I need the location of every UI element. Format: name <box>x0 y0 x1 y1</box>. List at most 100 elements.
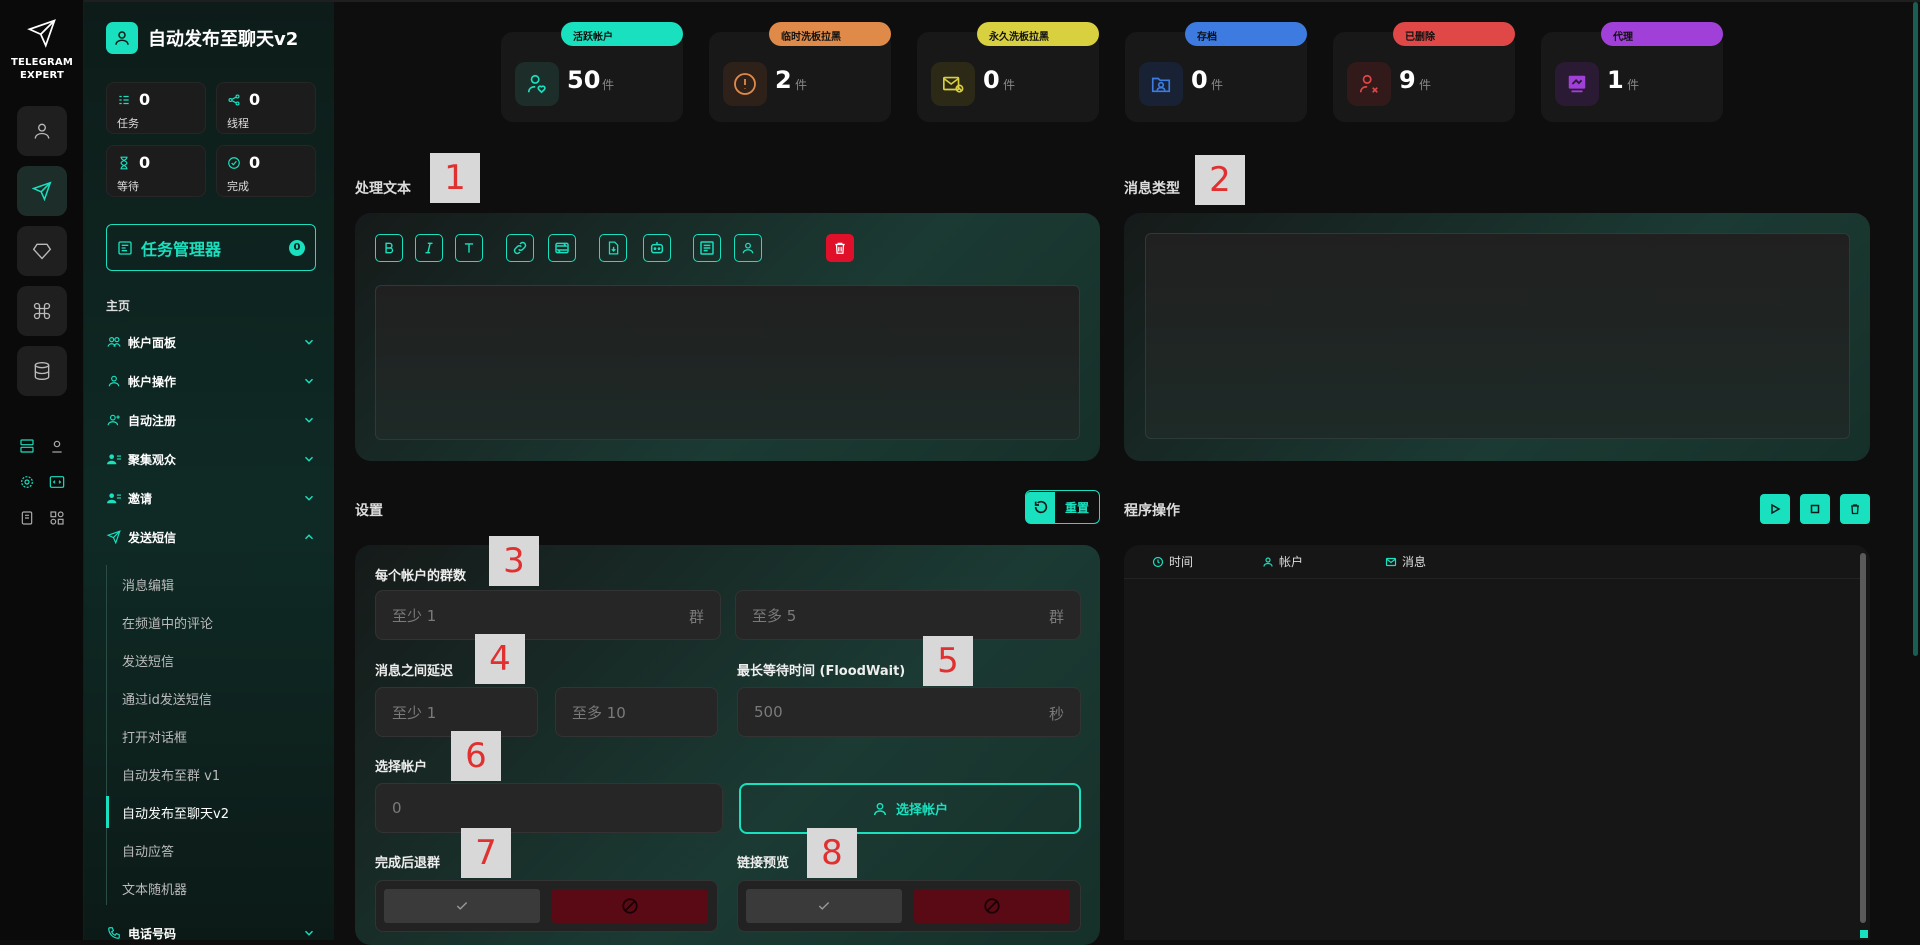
card-active-accounts[interactable]: 活跃帐户 50 件 <box>501 22 683 122</box>
submenu-autopost-chat-v2[interactable]: 自动发布至聊天v2 <box>122 803 229 822</box>
card-deleted[interactable]: 已删除 9 件 <box>1333 22 1515 122</box>
submenu-message-edit[interactable]: 消息编辑 <box>122 575 174 594</box>
card-proxy[interactable]: 代理 1 件 <box>1541 22 1723 122</box>
brand-logo: TELEGRAM EXPERT <box>0 18 84 82</box>
link-preview-no-button[interactable] <box>914 889 1070 923</box>
delay-min-value: 至少 1 <box>392 703 437 722</box>
italic-button[interactable] <box>415 234 443 262</box>
message-type-area[interactable] <box>1145 233 1850 439</box>
floodwait-input[interactable]: 500 秒 <box>737 687 1081 737</box>
card-archive[interactable]: 存档 0 件 <box>1125 22 1307 122</box>
submenu-channel-comments[interactable]: 在频道中的评论 <box>122 613 213 632</box>
card-permanent-ban-value: 0 <box>983 66 1000 94</box>
card-permanent-ban-pill: 永久洗板拉黑 <box>977 22 1099 46</box>
rail-accounts-button[interactable] <box>17 106 67 156</box>
submenu-open-dialog[interactable]: 打开对话框 <box>122 727 187 746</box>
rail-notes-button[interactable] <box>17 508 37 528</box>
rail-code-button[interactable] <box>47 472 67 492</box>
rail-send-button[interactable] <box>17 166 67 216</box>
link-preview-yes-button[interactable] <box>746 889 902 923</box>
stat-waiting-value: 0 <box>139 153 151 172</box>
message-text-area[interactable] <box>375 285 1080 440</box>
groups-min-input[interactable]: 至少 1 群 <box>375 590 721 640</box>
user-list-icon <box>107 454 121 465</box>
menu-invite[interactable]: 邀请 <box>106 487 316 509</box>
menu-send-sms[interactable]: 发送短信 <box>106 526 316 548</box>
rail-settings-button[interactable] <box>17 472 37 492</box>
rail-apps-button[interactable] <box>47 508 67 528</box>
diamond-icon <box>32 243 52 260</box>
check-icon <box>818 902 830 910</box>
text-button[interactable] <box>455 234 483 262</box>
location-user-icon <box>52 440 62 453</box>
stat-threads: 0 线程 <box>216 82 316 134</box>
stop-icon <box>1810 504 1820 514</box>
clear-log-button[interactable] <box>1840 494 1870 524</box>
submenu-send-sms[interactable]: 发送短信 <box>122 651 174 670</box>
rail-diamond-button[interactable] <box>17 226 67 276</box>
menu-account-panel[interactable]: 帐户面板 <box>106 331 316 353</box>
delay-min-input[interactable]: 至少 1 <box>375 687 538 737</box>
process-text-label: 处理文本 <box>355 181 411 197</box>
proxy-icon <box>1555 62 1599 106</box>
stat-done-label: 完成 <box>227 180 249 193</box>
rail-server-button[interactable] <box>17 436 37 456</box>
submenu-send-by-id[interactable]: 通过id发送短信 <box>122 689 212 708</box>
bot-button[interactable] <box>643 234 671 262</box>
repeat-button[interactable] <box>548 234 576 262</box>
template-button[interactable] <box>693 234 721 262</box>
selected-accounts-count[interactable]: 0 <box>375 783 723 833</box>
menu-account-ops[interactable]: 帐户操作 <box>106 370 316 392</box>
log-scrollbar[interactable] <box>1860 553 1866 923</box>
reset-button[interactable]: 重置 <box>1025 490 1100 524</box>
submenu-auto-reply[interactable]: 自动应答 <box>122 841 174 860</box>
card-proxy-unit: 件 <box>1627 78 1640 92</box>
stop-button[interactable] <box>1800 494 1830 524</box>
settings-label: 设置 <box>355 503 383 519</box>
marker-4: 4 <box>475 634 525 684</box>
delete-text-button[interactable] <box>826 234 854 262</box>
leave-after-no-button[interactable] <box>552 889 708 923</box>
sidebar-header: 自动发布至聊天v2 <box>106 22 298 54</box>
card-archive-value: 0 <box>1191 66 1208 94</box>
mail-icon <box>1385 557 1397 566</box>
delay-max-input[interactable]: 至多 10 <box>555 687 718 737</box>
submenu-autopost-group-v1[interactable]: 自动发布至群 v1 <box>122 765 220 784</box>
card-temp-ban[interactable]: 临时洗板拉黑 2 件 <box>709 22 891 122</box>
groups-max-input[interactable]: 至多 5 群 <box>735 590 1081 640</box>
menu-phone-numbers[interactable]: 电话号码 <box>106 926 316 940</box>
mention-user-button[interactable] <box>734 234 762 262</box>
user-heart-icon <box>515 62 559 106</box>
menu-auto-register-label: 自动注册 <box>128 413 177 428</box>
start-button[interactable] <box>1760 494 1790 524</box>
card-permanent-ban-unit: 件 <box>1003 78 1016 92</box>
code-window-icon <box>49 476 65 488</box>
check-icon <box>456 902 468 910</box>
page-scrollbar-thumb[interactable] <box>1913 2 1918 656</box>
select-account-button[interactable]: 选择帐户 <box>739 783 1081 834</box>
warning-circle-icon <box>723 62 767 106</box>
rail-database-button[interactable] <box>17 346 67 396</box>
user-list-icon <box>107 493 121 504</box>
stat-done: 0 完成 <box>216 145 316 197</box>
threads-icon <box>228 94 240 106</box>
chevron-down-icon <box>304 456 314 462</box>
file-button[interactable] <box>599 234 627 262</box>
submenu-text-randomizer[interactable]: 文本随机器 <box>122 879 187 898</box>
stat-tasks: 0 任务 <box>106 82 206 134</box>
clock-icon <box>1152 556 1164 567</box>
card-permanent-ban[interactable]: 永久洗板拉黑 0 件 <box>917 22 1099 122</box>
bold-button[interactable] <box>375 234 403 262</box>
trash-icon <box>1851 504 1859 515</box>
send-icon <box>32 181 52 201</box>
rail-command-button[interactable] <box>17 286 67 336</box>
leave-after-yes-button[interactable] <box>384 889 540 923</box>
task-manager-button[interactable]: 任务管理器 0 <box>106 224 316 271</box>
stat-done-value: 0 <box>249 153 261 172</box>
link-button[interactable] <box>506 234 534 262</box>
menu-gather-audience[interactable]: 聚集观众 <box>106 448 316 470</box>
ban-icon <box>622 898 638 914</box>
chevron-down-icon <box>304 378 314 384</box>
rail-location-button[interactable] <box>47 436 67 456</box>
menu-auto-register[interactable]: 自动注册 <box>106 409 316 431</box>
